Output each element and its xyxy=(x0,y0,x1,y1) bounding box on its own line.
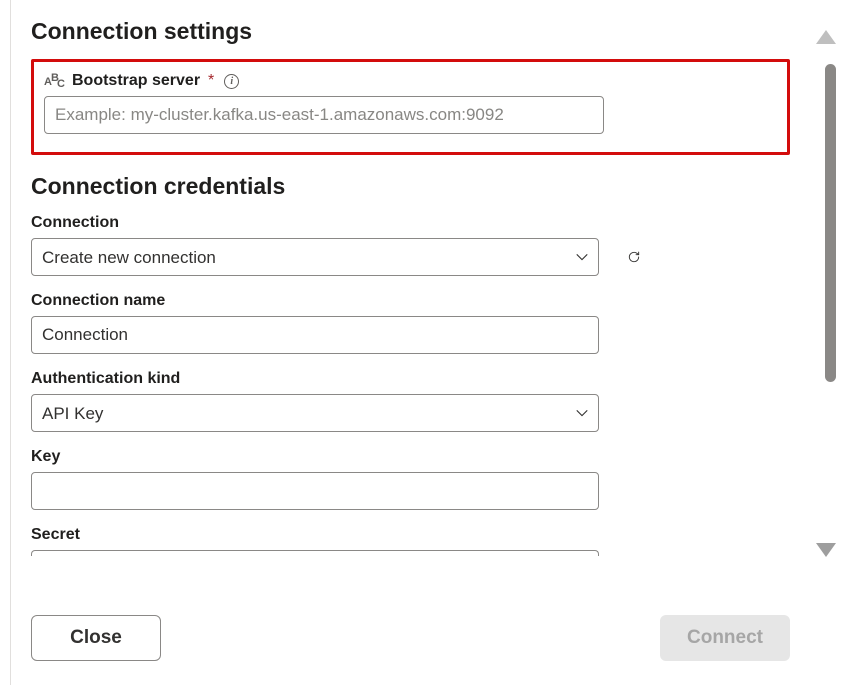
scroll-body: Connection settings ABC Bootstrap server… xyxy=(11,0,810,599)
scroll-down-arrow[interactable] xyxy=(816,543,836,557)
connection-name-input[interactable] xyxy=(31,316,599,354)
secret-label: Secret xyxy=(31,526,80,544)
connection-credentials-heading: Connection credentials xyxy=(31,173,790,200)
bootstrap-server-label-row: ABC Bootstrap server * i xyxy=(44,72,777,90)
connection-select-wrap: Create new connection xyxy=(31,238,599,276)
connection-name-label: Connection name xyxy=(31,292,165,310)
info-icon[interactable]: i xyxy=(224,74,239,89)
key-label: Key xyxy=(31,448,60,466)
auth-kind-select-wrap: API Key xyxy=(31,394,599,432)
connect-button[interactable]: Connect xyxy=(660,615,790,661)
bootstrap-server-input[interactable] xyxy=(44,96,604,134)
secret-input-partial[interactable] xyxy=(31,550,599,556)
scrollbar-thumb[interactable] xyxy=(825,64,836,382)
settings-panel: Connection settings ABC Bootstrap server… xyxy=(10,0,810,685)
text-type-icon: ABC xyxy=(44,72,66,90)
credentials-section: Connection Create new connection xyxy=(31,214,790,556)
close-button[interactable]: Close xyxy=(31,615,161,661)
key-input[interactable] xyxy=(31,472,599,510)
scroll-up-arrow[interactable] xyxy=(816,30,836,44)
footer: Close Connect xyxy=(11,599,810,685)
refresh-button[interactable] xyxy=(621,244,647,270)
auth-kind-label: Authentication kind xyxy=(31,370,180,388)
connection-settings-heading: Connection settings xyxy=(31,18,790,45)
auth-kind-select[interactable]: API Key xyxy=(31,394,599,432)
connection-select[interactable]: Create new connection xyxy=(31,238,599,276)
bootstrap-highlight-box: ABC Bootstrap server * i xyxy=(31,59,790,155)
required-marker: * xyxy=(208,72,214,90)
bootstrap-server-label: Bootstrap server xyxy=(72,72,200,90)
connection-label: Connection xyxy=(31,214,119,232)
